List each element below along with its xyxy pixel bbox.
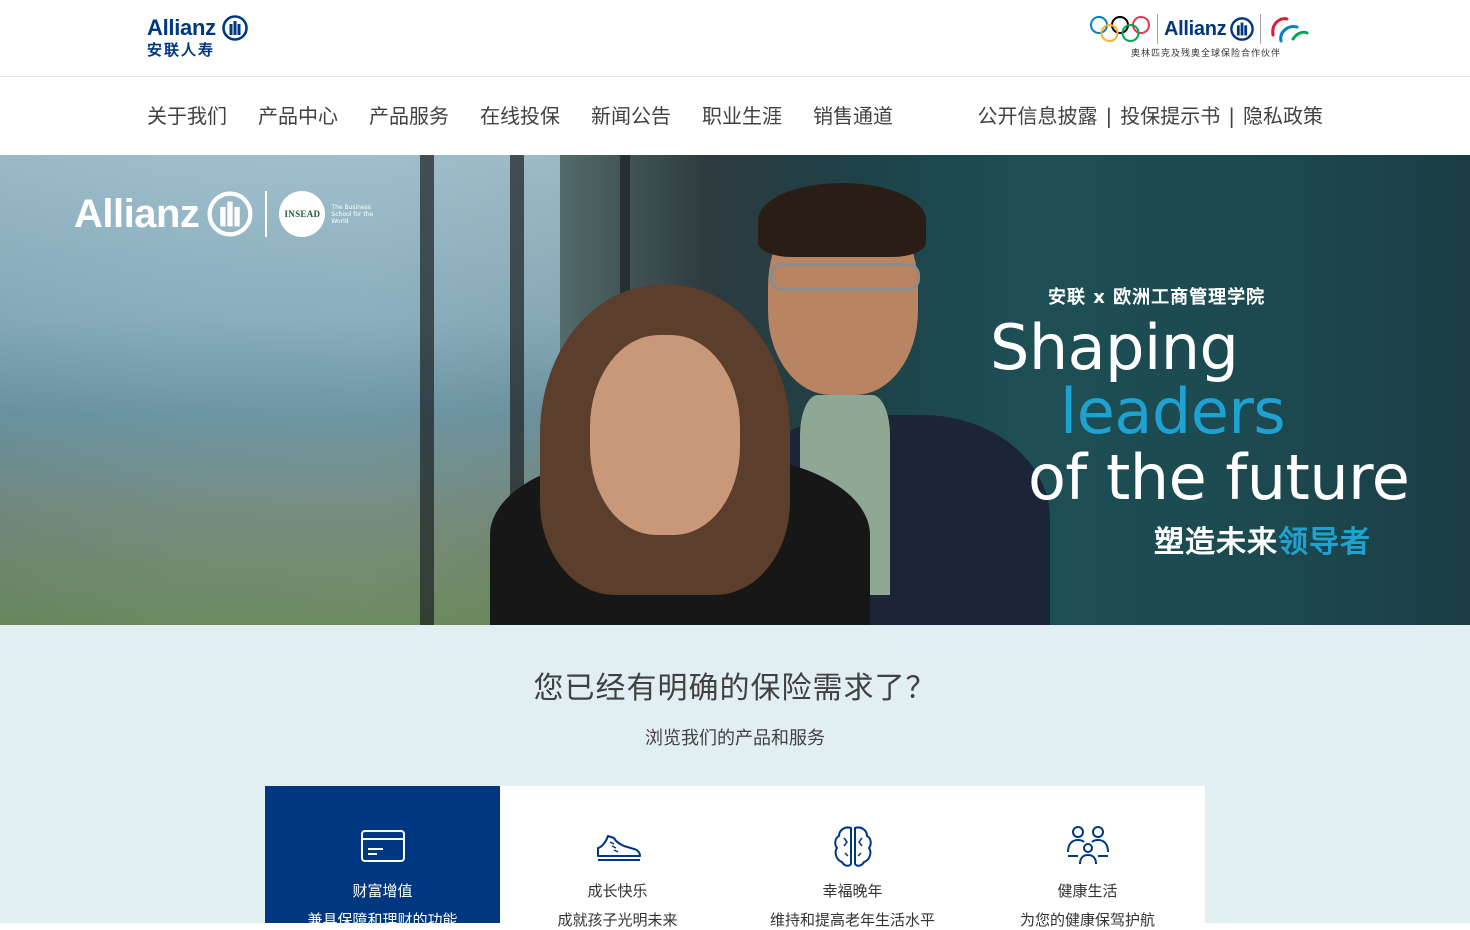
hero-cobrand-logo: Allianz INSEAD The Business School for t… bbox=[74, 191, 391, 237]
card-title: 成长快乐 bbox=[587, 882, 648, 900]
section-subtitle: 浏览我们的产品和服务 bbox=[645, 728, 825, 749]
nav-item-products[interactable]: 产品中心 bbox=[258, 103, 338, 129]
nav-item-careers[interactable]: 职业生涯 bbox=[702, 103, 782, 129]
logo-brand: Allianz bbox=[147, 15, 216, 40]
insurance-notice-link[interactable]: 投保提示书 bbox=[1120, 103, 1220, 129]
brain-icon bbox=[834, 826, 872, 867]
family-icon bbox=[1067, 826, 1109, 865]
card-description: 兼具保障和理财的功能 bbox=[307, 911, 458, 929]
card-description: 为您的健康保驾护航 bbox=[1019, 911, 1155, 929]
allianz-eagle-icon bbox=[222, 15, 248, 41]
need-card-wealth[interactable]: 财富增值 兼具保障和理财的功能 bbox=[265, 786, 500, 929]
paralympic-agitos-icon bbox=[1271, 17, 1309, 43]
utility-links: 公开信息披露 | 投保提示书 | 隐私政策 bbox=[978, 103, 1324, 129]
nav-item-about[interactable]: 关于我们 bbox=[147, 103, 227, 129]
nav-item-sales-channel[interactable]: 销售通道 bbox=[813, 103, 893, 129]
partner-brand: Allianz bbox=[1164, 17, 1227, 40]
nav-item-online-insure[interactable]: 在线投保 bbox=[480, 103, 560, 129]
public-disclosure-link[interactable]: 公开信息披露 bbox=[978, 103, 1098, 129]
section-title: 您已经有明确的保险需求了？ bbox=[533, 671, 937, 706]
hero-collab-text: 安联 x 欧洲工商管理学院 bbox=[1048, 287, 1266, 308]
card-icon bbox=[361, 830, 405, 862]
nav-item-news[interactable]: 新闻公告 bbox=[591, 103, 671, 129]
olympic-rings-icon bbox=[1090, 16, 1150, 42]
olympic-partner-logo: Allianz 奥林匹克及残奥全球保险合作伙伴 bbox=[1089, 12, 1321, 64]
card-title: 财富增值 bbox=[352, 882, 413, 900]
need-card-retirement[interactable]: 幸福晚年 维持和提高老年生活水平 bbox=[735, 786, 970, 929]
hero-headline-2: leaders bbox=[1060, 375, 1286, 448]
need-card-growth[interactable]: 成长快乐 成就孩子光明未来 bbox=[500, 786, 735, 929]
hero-headline-1: Shaping bbox=[990, 311, 1239, 384]
insead-tagline: The Business School for the World bbox=[331, 203, 374, 225]
hero-cn-slogan: 塑造未来领导者 bbox=[1154, 525, 1371, 560]
allianz-eagle-icon bbox=[207, 191, 253, 237]
privacy-policy-link[interactable]: 隐私政策 bbox=[1243, 103, 1323, 129]
insurance-needs-section: 您已经有明确的保险需求了？ 浏览我们的产品和服务 财富增值 兼具保障和理财的功能… bbox=[0, 625, 1470, 929]
hero-logo-brand: Allianz bbox=[74, 191, 200, 236]
card-description: 成就孩子光明未来 bbox=[557, 911, 678, 929]
link-separator: | bbox=[1105, 104, 1113, 128]
insead-logo: INSEAD bbox=[279, 191, 326, 237]
hero-headline-3: of the future bbox=[1028, 441, 1410, 514]
nav-item-services[interactable]: 产品服务 bbox=[369, 103, 449, 129]
sneaker-icon bbox=[597, 835, 641, 861]
card-title: 幸福晚年 bbox=[822, 882, 883, 900]
link-separator: | bbox=[1228, 104, 1235, 128]
card-title: 健康生活 bbox=[1057, 882, 1118, 900]
nav-list: 关于我们 产品中心 产品服务 在线投保 新闻公告 职业生涯 销售通道 bbox=[147, 103, 924, 129]
allianz-logo[interactable]: Allianz 安联人寿 bbox=[147, 15, 257, 61]
hero-banner[interactable]: Allianz INSEAD The Business School for t… bbox=[0, 155, 1470, 625]
main-navigation: 关于我们 产品中心 产品服务 在线投保 新闻公告 职业生涯 销售通道 公开信息披… bbox=[0, 77, 1470, 155]
partner-caption: 奥林匹克及残奥全球保险合作伙伴 bbox=[1130, 49, 1281, 59]
need-card-health[interactable]: 健康生活 为您的健康保驾护航 bbox=[970, 786, 1205, 929]
needs-cards: 财富增值 兼具保障和理财的功能 成长快乐 成就孩子光明未来 幸福晚年 维持和提高… bbox=[265, 786, 1205, 929]
allianz-eagle-icon bbox=[1230, 17, 1255, 41]
top-bar: Allianz 安联人寿 Allianz 奥林匹克及残奥全球保险合作伙伴 bbox=[0, 0, 1470, 77]
logo-subtitle: 安联人寿 bbox=[147, 41, 216, 59]
card-description: 维持和提高老年生活水平 bbox=[769, 911, 935, 929]
